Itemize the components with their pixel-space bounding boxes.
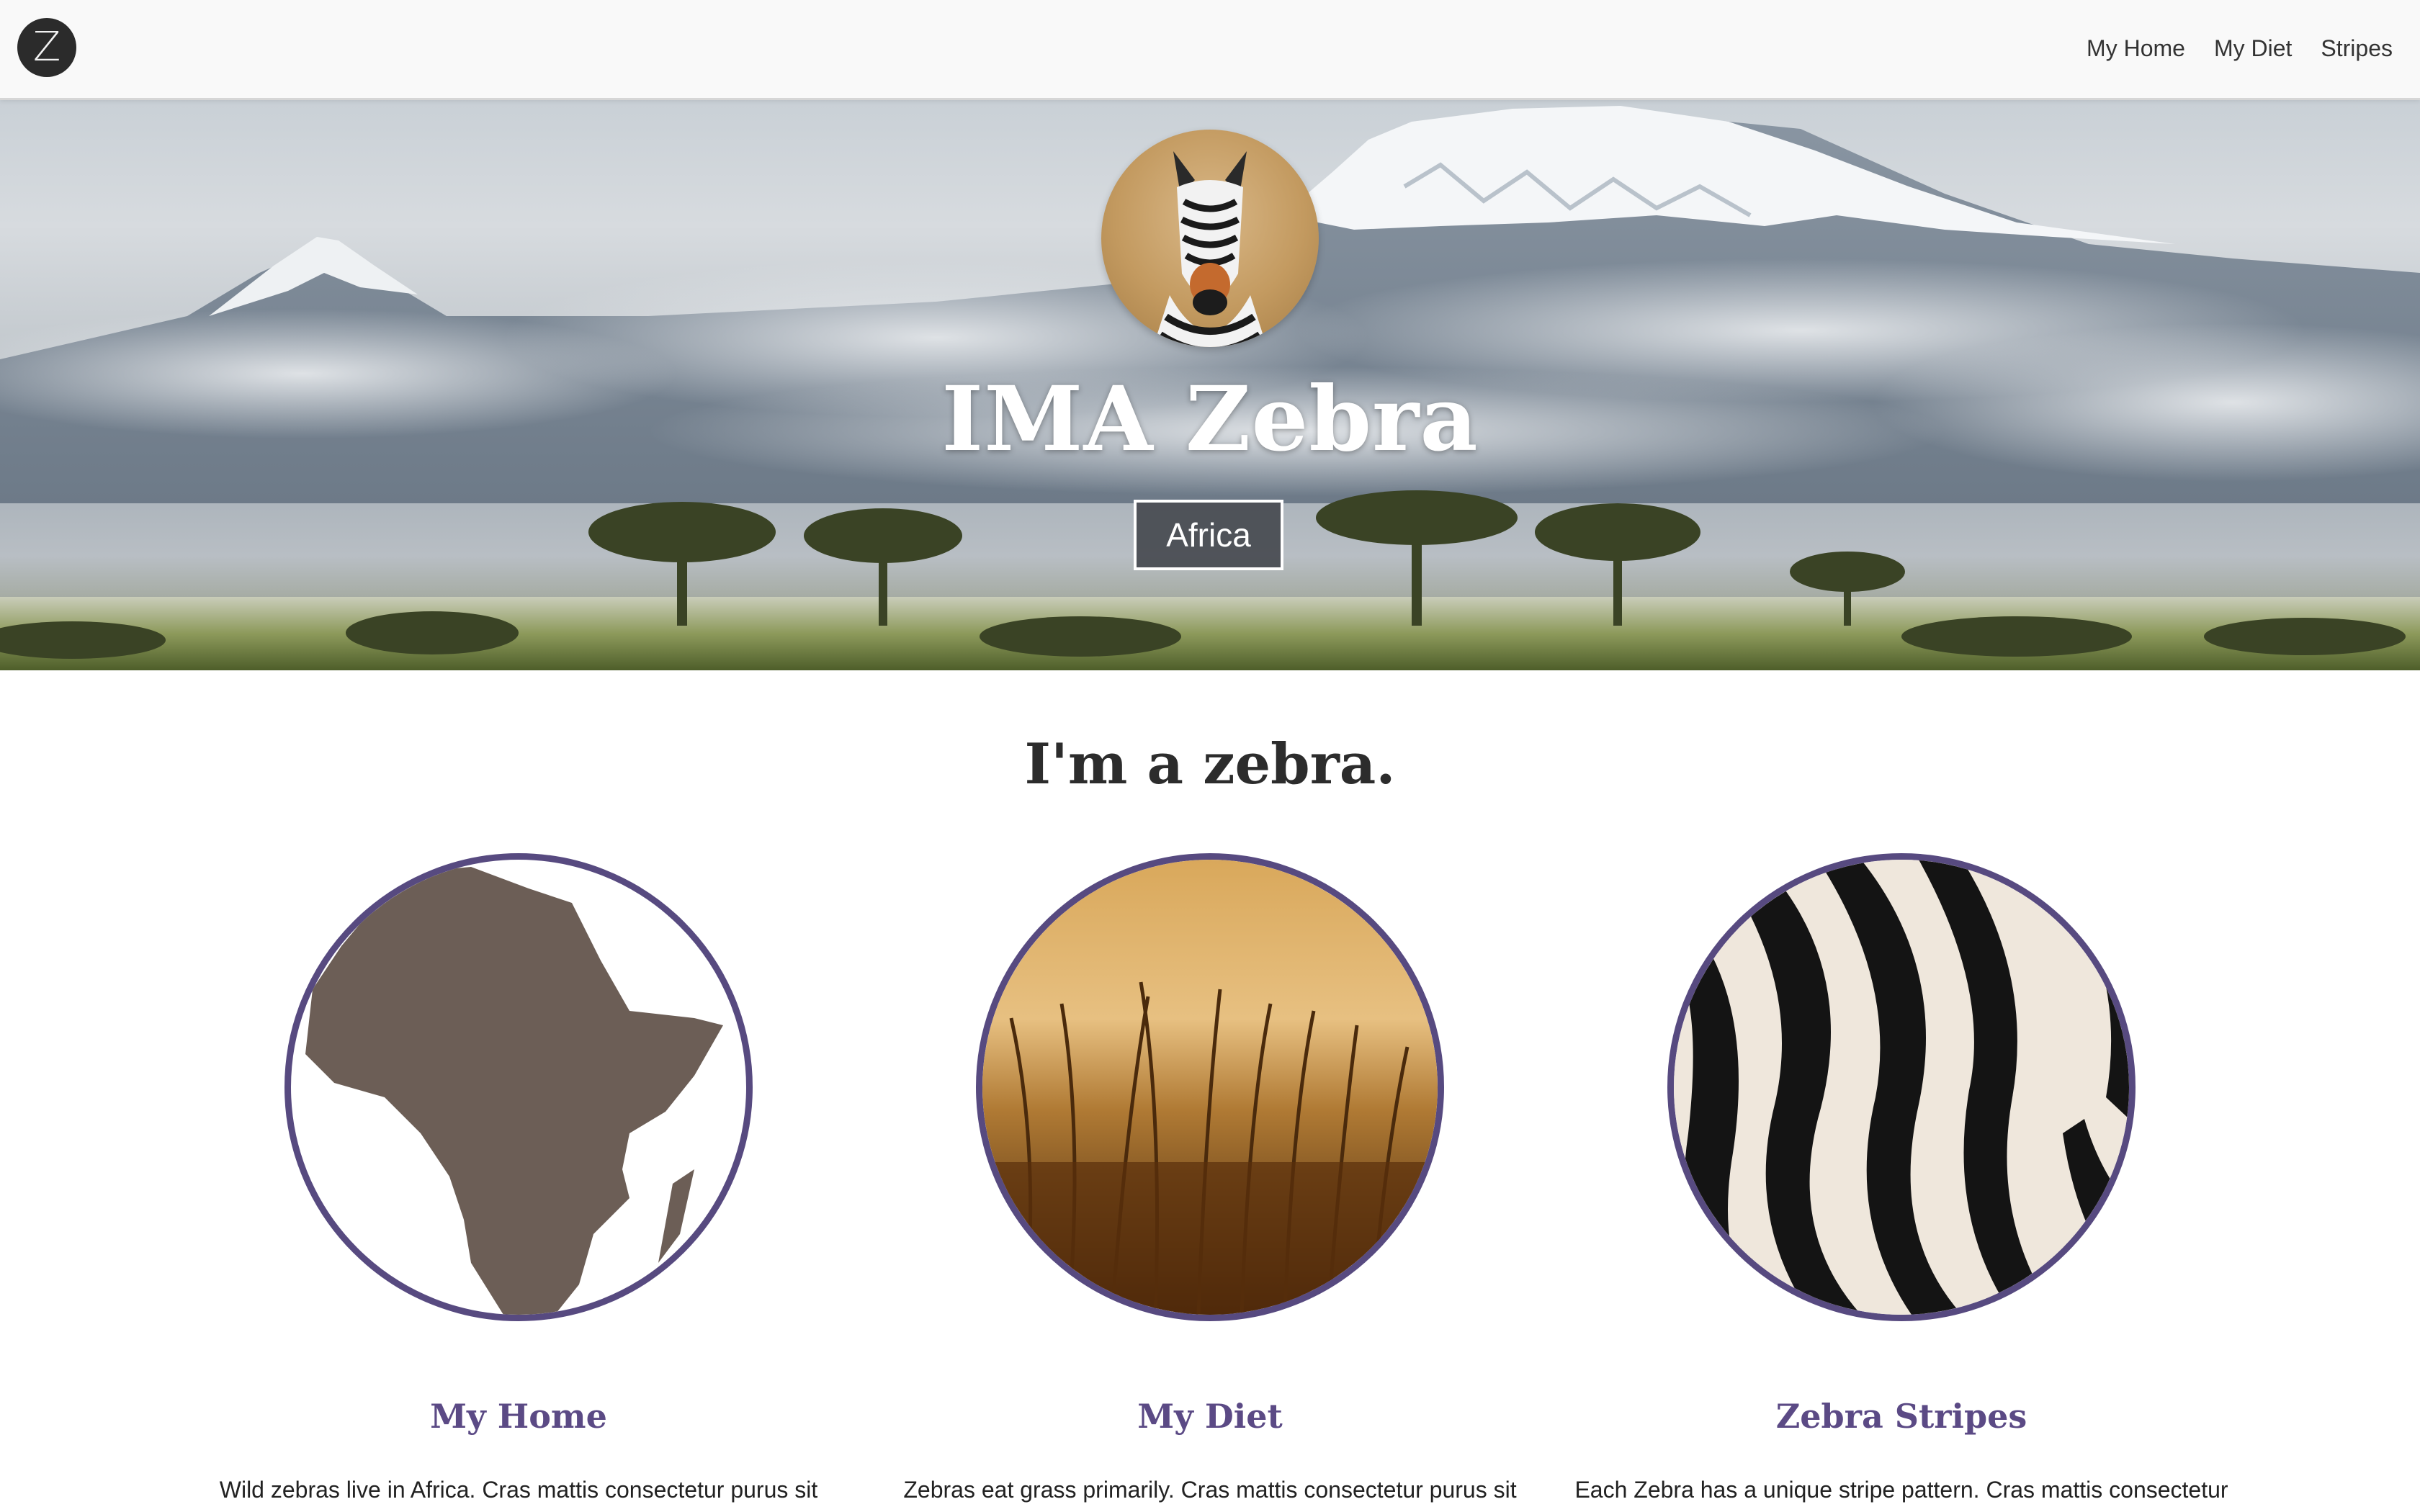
nav-link-my-diet[interactable]: My Diet [2200,30,2306,66]
card-title-my-home[interactable]: My Home [173,1397,864,1436]
nav-link-my-home[interactable]: My Home [2072,30,2200,66]
card-title-my-diet[interactable]: My Diet [864,1397,1556,1436]
card-text-my-diet: Zebras eat grass primarily. Cras mattis … [903,1477,1517,1503]
hero-title: IMA Zebra [941,367,1479,472]
card-text-my-home: Wild zebras live in Africa. Cras mattis … [219,1477,818,1503]
zebra-avatar-image [1101,130,1319,347]
zebra-stripes-image[interactable] [1667,853,2136,1321]
nav-link-stripes[interactable]: Stripes [2306,30,2407,66]
africa-map-image[interactable] [284,853,753,1321]
africa-button[interactable]: Africa [1134,500,1283,570]
savanna-grass-image[interactable] [976,853,1444,1321]
navbar: Z My Home My Diet Stripes [0,0,2420,100]
nav-links: My Home My Diet Stripes [2072,30,2407,66]
card-text-zebra-stripes: Each Zebra has a unique stripe pattern. … [1574,1477,2228,1503]
card-title-zebra-stripes[interactable]: Zebra Stripes [1556,1397,2247,1436]
hero-banner: IMA Zebra Africa [0,100,2420,670]
section-heading: I'm a zebra. [1024,732,1396,797]
logo-letter: Z [32,24,61,71]
logo-button[interactable]: Z [17,18,76,77]
